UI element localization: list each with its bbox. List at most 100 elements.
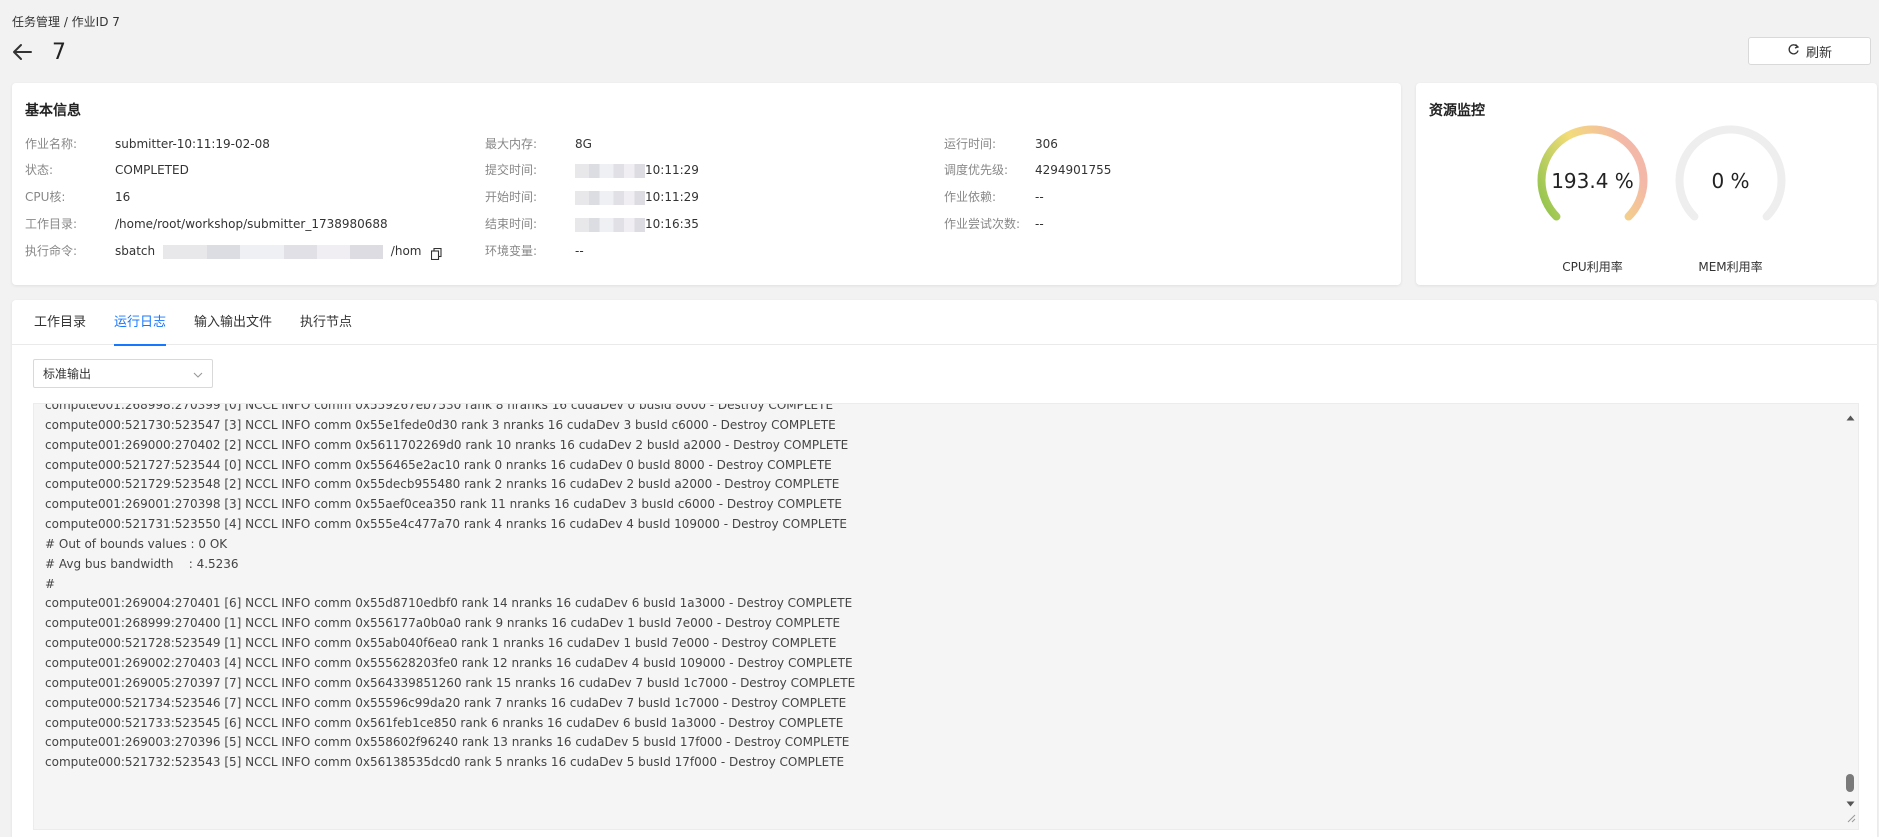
refresh-button[interactable]: 刷新 [1748,37,1871,65]
deps-value: -- [1035,190,1044,204]
mem-gauge-value: 0 % [1711,168,1750,193]
log-card: 工作目录 运行日志 输入输出文件 执行节点 标准输出 compute001:26… [12,300,1877,837]
log-line: compute000:521731:523550 [4] NCCL INFO c… [45,517,847,532]
log-line: compute000:521733:523545 [6] NCCL INFO c… [45,715,844,730]
basic-info-card: 基本信息 作业名称: submitter-10:11:19-02-08 状态: … [12,83,1401,285]
priority-value: 4294901755 [1035,163,1112,177]
workdir-label: 工作目录: [25,217,78,231]
log-output[interactable]: compute001:268998:270399 [0] NCCL INFO c… [33,403,1859,830]
scroll-thumb[interactable] [1846,774,1854,792]
start-time-row: 开始时间: 10:11:29 [485,187,699,207]
scroll-up-icon[interactable] [1846,410,1855,425]
status-label: 状态: [25,163,54,177]
log-line: compute001:268999:270400 [1] NCCL INFO c… [45,616,841,631]
log-line: compute000:521727:523544 [0] NCCL INFO c… [45,457,832,472]
retries-label: 作业尝试次数: [944,217,1021,231]
log-line: compute000:521734:523546 [7] NCCL INFO c… [45,695,847,710]
log-line: compute001:269004:270401 [6] NCCL INFO c… [45,596,853,611]
tab-exec-nodes[interactable]: 执行节点 [300,300,352,345]
output-select[interactable]: 标准输出 [33,359,213,388]
tab-run-log[interactable]: 运行日志 [114,300,167,346]
priority-row: 调度优先级: 4294901755 [944,160,1111,180]
basic-info-title: 基本信息 [25,103,81,119]
end-time-value: 10:16:35 [575,214,699,234]
log-line: compute001:269002:270403 [4] NCCL INFO c… [45,655,853,670]
max-mem-label: 最大内存: [485,137,538,151]
log-line: # Avg bus bandwidth : 4.5236 [45,556,239,571]
page-title: 7 [52,39,66,65]
breadcrumb: 任务管理 / 作业ID 7 [12,15,120,29]
submit-time-label: 提交时间: [485,163,538,177]
run-time-row: 运行时间: 306 [944,134,1058,154]
deps-label: 作业依赖: [944,190,997,204]
workdir-row: 工作目录: /home/root/workshop/submitter_1738… [25,214,388,234]
log-line: compute000:521728:523549 [1] NCCL INFO c… [45,636,837,651]
status-value: COMPLETED [115,163,189,177]
redacted-block [162,244,383,259]
end-time-row: 结束时间: 10:16:35 [485,214,699,234]
job-name-value: submitter-10:11:19-02-08 [115,137,270,151]
resize-grip-icon[interactable] [1846,812,1856,827]
log-line: compute001:269001:270398 [3] NCCL INFO c… [45,497,843,512]
log-line: compute000:521732:523543 [5] NCCL INFO c… [45,755,845,770]
end-time-text: 10:16:35 [645,217,699,231]
tab-bar: 工作目录 运行日志 输入输出文件 执行节点 [12,300,1877,346]
cpu-gauge: 193.4 % [1535,123,1650,238]
retries-value: -- [1035,217,1044,231]
cpu-gauge-value: 193.4 % [1551,168,1634,193]
log-line: compute001:268998:270399 [0] NCCL INFO c… [45,403,834,412]
tab-io-files[interactable]: 输入输出文件 [194,300,272,345]
resource-monitor-card: 资源监控 193.4 % CPU利用率 0 % MEM利用率 [1416,83,1877,285]
log-line: compute001:269000:270402 [2] NCCL INFO c… [45,437,849,452]
start-time-value: 10:11:29 [575,187,699,207]
output-select-value: 标准输出 [43,367,92,381]
start-time-label: 开始时间: [485,190,538,204]
log-line: compute000:521730:523547 [3] NCCL INFO c… [45,417,836,432]
command-suffix: /hom [390,244,422,258]
workdir-value: /home/root/workshop/submitter_1738980688 [115,217,388,231]
redacted-block [575,190,645,205]
redacted-block [575,163,645,178]
run-time-label: 运行时间: [944,137,997,151]
log-line: compute000:521729:523548 [2] NCCL INFO c… [45,477,840,492]
status-row: 状态: COMPLETED [25,160,189,180]
command-label: 执行命令: [25,244,78,258]
retries-row: 作业尝试次数: -- [944,214,1044,234]
mem-gauge: 0 % [1673,123,1788,238]
title-row: 7 [12,38,66,66]
command-prefix: sbatch [115,244,156,258]
refresh-icon [1787,43,1800,60]
log-line: compute001:269003:270396 [5] NCCL INFO c… [45,735,850,750]
end-time-label: 结束时间: [485,217,538,231]
env-row: 环境变量: -- [485,241,584,261]
cpu-value: 16 [115,190,131,204]
log-line: compute001:269005:270397 [7] NCCL INFO c… [45,675,856,690]
deps-row: 作业依赖: -- [944,187,1044,207]
priority-label: 调度优先级: [944,163,1009,177]
refresh-label: 刷新 [1805,45,1832,61]
command-row: 执行命令: sbatch /hom [25,241,443,261]
max-mem-row: 最大内存: 8G [485,134,592,154]
log-line: # [45,576,56,591]
scroll-down-icon[interactable] [1846,796,1855,811]
log-scrollbar[interactable] [1842,404,1858,829]
chevron-down-icon [193,367,203,381]
cpu-label: CPU核: [25,190,66,204]
back-arrow-icon[interactable] [12,41,34,63]
cpu-row: CPU核: 16 [25,187,130,207]
job-name-label: 作业名称: [25,137,78,151]
max-mem-value: 8G [575,137,592,151]
log-line: # Out of bounds values : 0 OK [45,536,228,551]
env-value: -- [575,244,584,258]
start-time-text: 10:11:29 [645,190,699,204]
redacted-block [575,217,645,232]
submit-time-text: 10:11:29 [645,163,699,177]
mem-gauge-label: MEM利用率 [1698,260,1763,274]
run-time-value: 306 [1035,137,1058,151]
resource-monitor-title: 资源监控 [1429,103,1485,119]
env-label: 环境变量: [485,244,538,258]
copy-icon[interactable] [431,246,443,260]
submit-time-value: 10:11:29 [575,160,699,180]
job-name-row: 作业名称: submitter-10:11:19-02-08 [25,134,270,154]
tab-workdir[interactable]: 工作目录 [34,300,86,345]
